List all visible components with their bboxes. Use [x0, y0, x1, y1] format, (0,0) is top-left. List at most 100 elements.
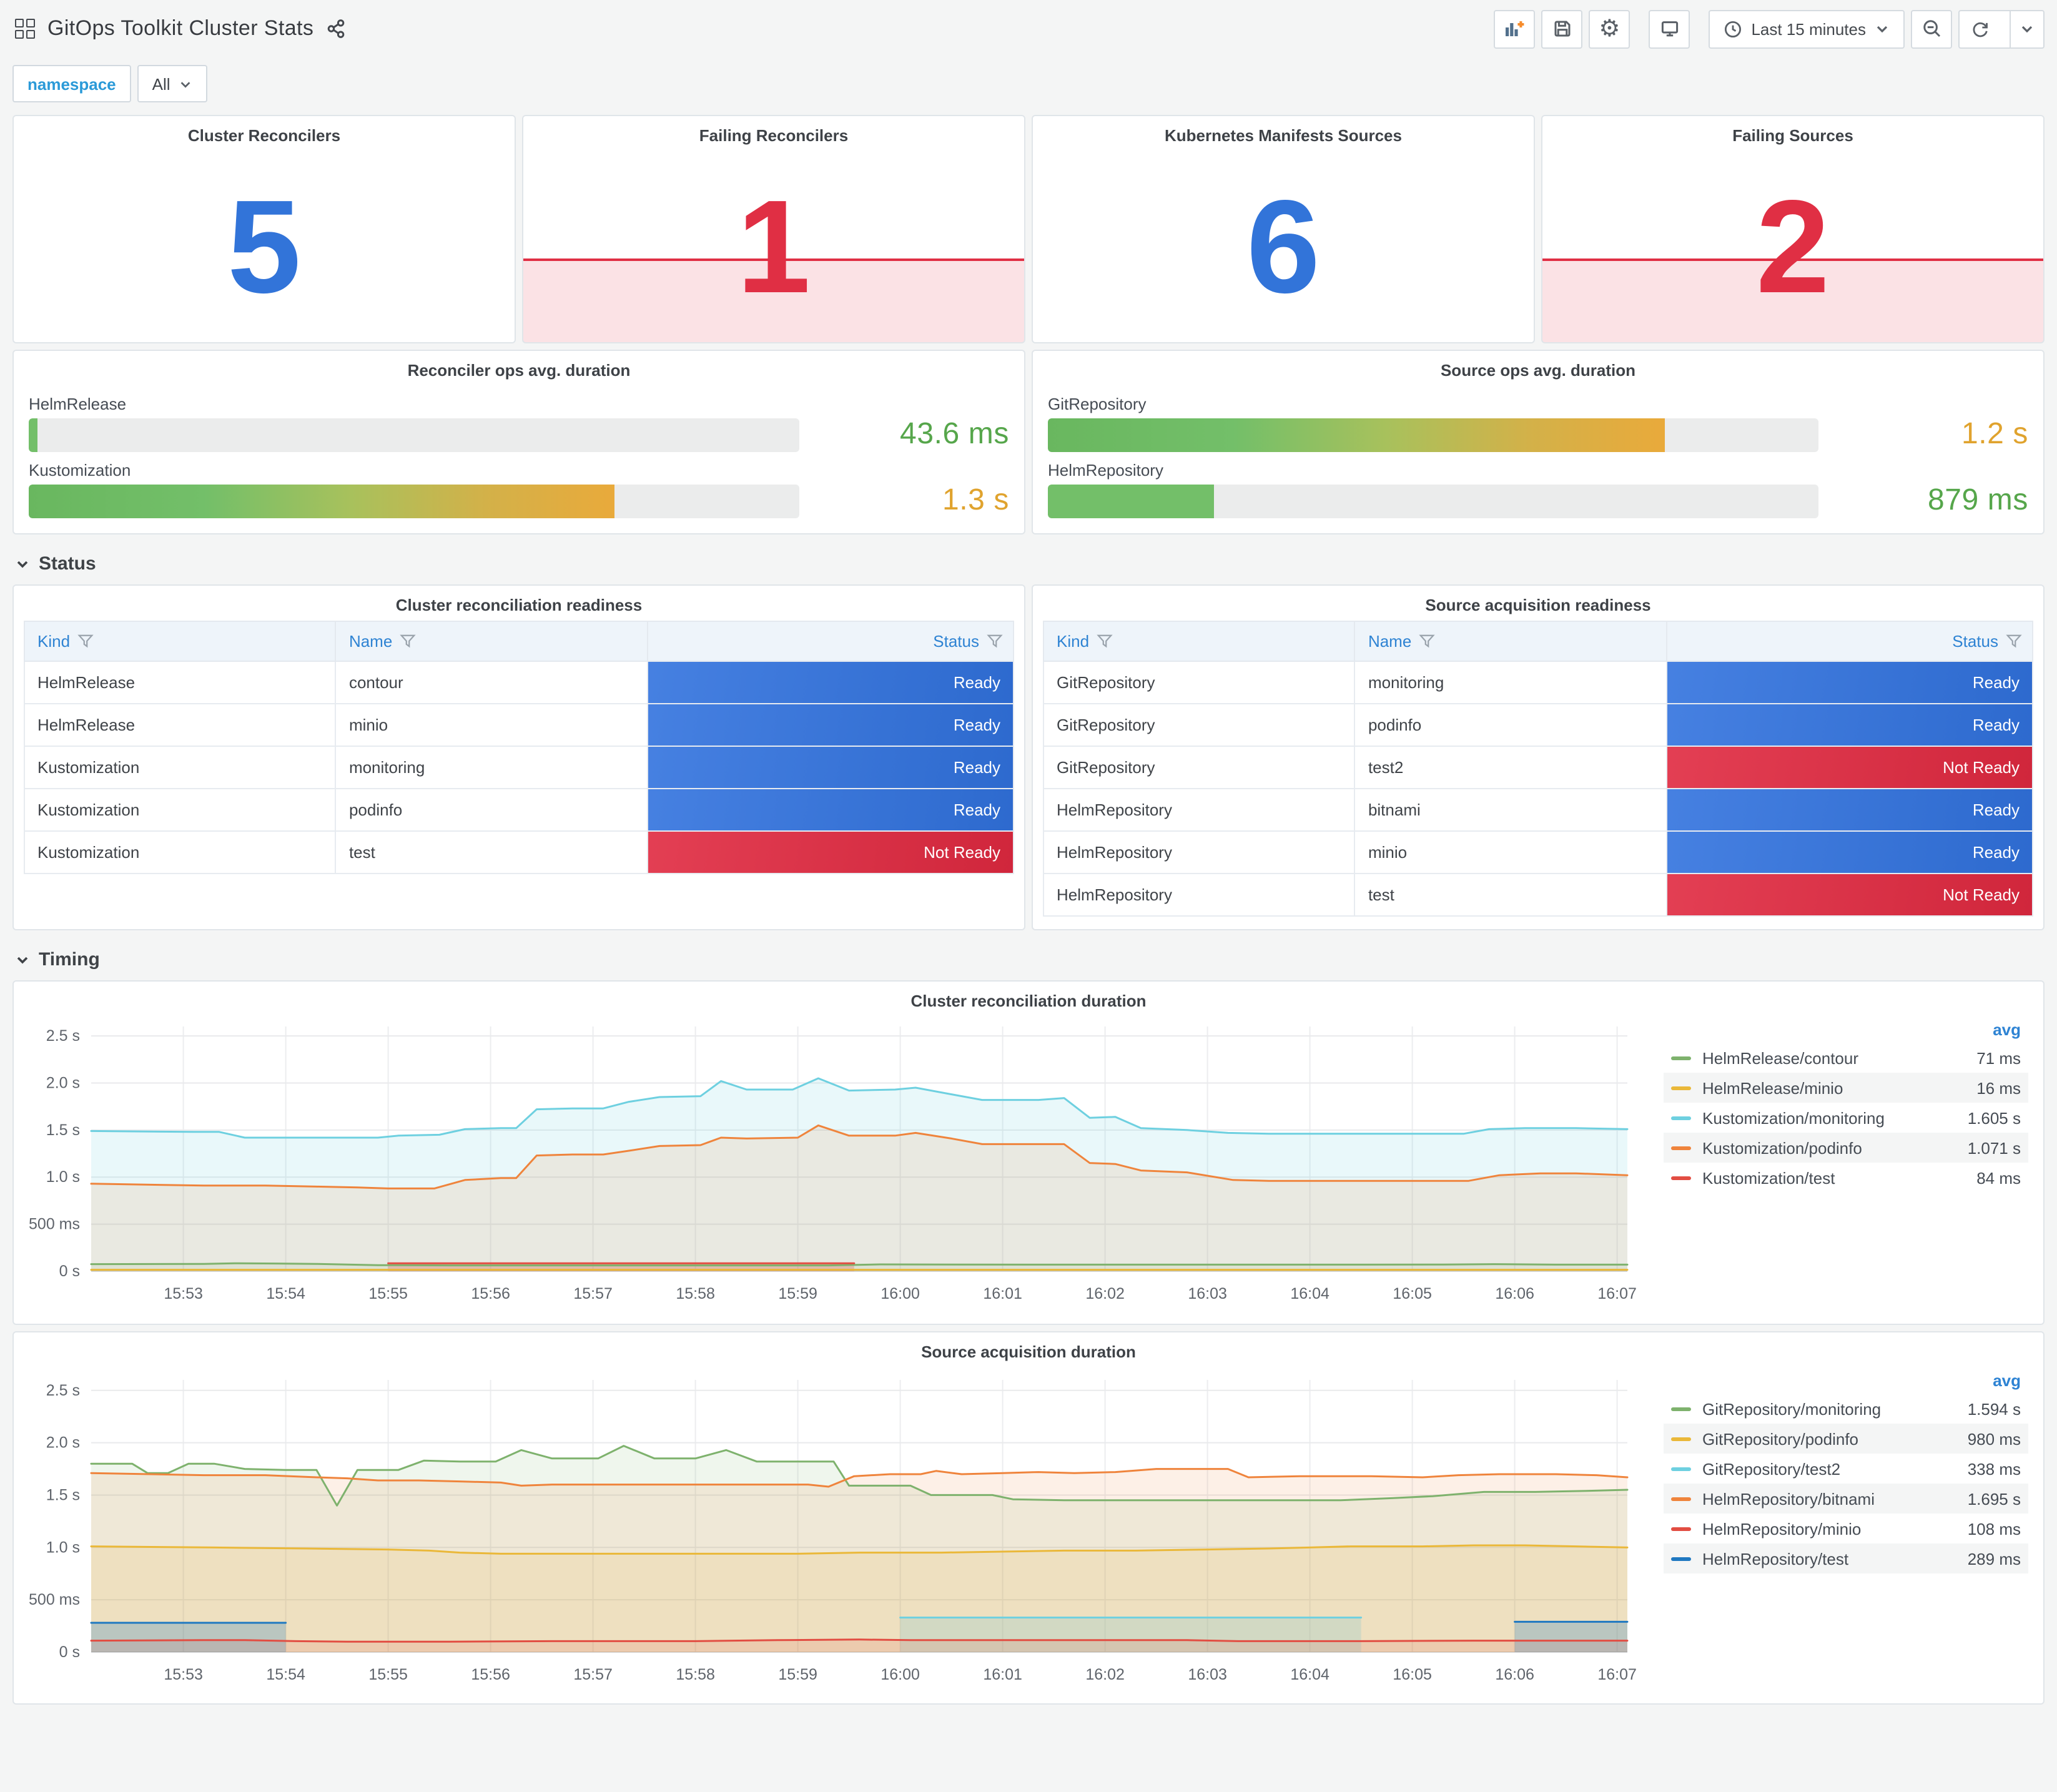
- svg-text:16:02: 16:02: [1085, 1666, 1125, 1683]
- filter-icon: [1419, 634, 1436, 648]
- legend-series-label[interactable]: Kustomization/test: [1702, 1168, 1976, 1187]
- legend-color-dash: [1671, 1116, 1691, 1120]
- legend-series-label[interactable]: Kustomization/podinfo: [1702, 1138, 1968, 1157]
- panel-title[interactable]: Source ops avg. duration: [1033, 351, 2043, 383]
- dashboard-settings-button[interactable]: ⚙: [1589, 9, 1630, 48]
- legend-series-label[interactable]: GitRepository/test2: [1702, 1459, 1968, 1478]
- panel-title[interactable]: Cluster Reconcilers: [14, 116, 515, 149]
- legend-avg-value: 1.695 s: [1967, 1489, 2021, 1508]
- cell-kind: GitRepository: [1042, 746, 1356, 789]
- cell-kind: HelmRelease: [23, 703, 337, 747]
- legend-color-dash: [1671, 1407, 1691, 1410]
- svg-text:16:07: 16:07: [1597, 1285, 1637, 1302]
- legend-item: HelmRelease/minio 16 ms: [1664, 1073, 2028, 1103]
- column-header-status[interactable]: Status: [1665, 621, 2034, 662]
- legend-avg-header[interactable]: avg: [1664, 1367, 2028, 1394]
- variables-row: namespace All: [0, 57, 2057, 115]
- legend-series-label[interactable]: HelmRelease/contour: [1702, 1048, 1976, 1067]
- share-icon[interactable]: [326, 19, 346, 39]
- filter-icon: [2006, 634, 2022, 648]
- table-row: Kustomization test Not Ready: [23, 830, 1015, 874]
- gauge-row: HelmRelease 43.6 ms: [29, 395, 1009, 452]
- legend-series-label[interactable]: HelmRepository/bitnami: [1702, 1489, 1968, 1508]
- cell-name: test: [335, 830, 648, 874]
- legend-series-label[interactable]: HelmRepository/test: [1702, 1549, 1968, 1568]
- svg-text:15:59: 15:59: [778, 1666, 817, 1683]
- refresh-dashboard-button[interactable]: [1960, 11, 2001, 47]
- gauge-row: HelmRepository 879 ms: [1048, 461, 2028, 518]
- column-header-status[interactable]: Status: [646, 621, 1015, 662]
- panel-title[interactable]: Failing Reconcilers: [523, 116, 1024, 149]
- svg-text:16:04: 16:04: [1290, 1285, 1329, 1302]
- legend-avg-value: 84 ms: [1976, 1168, 2021, 1187]
- time-range-picker[interactable]: Last 15 minutes: [1709, 9, 1905, 48]
- table-row: HelmRepository bitnami Ready: [1042, 788, 2034, 832]
- column-header-name[interactable]: Name: [1354, 621, 1667, 662]
- cell-kind: HelmRelease: [23, 661, 337, 704]
- stat-value: 6: [1246, 173, 1320, 321]
- svg-text:15:53: 15:53: [164, 1285, 203, 1302]
- add-panel-button[interactable]: [1494, 9, 1536, 48]
- legend-color-dash: [1671, 1497, 1691, 1500]
- legend-avg-value: 338 ms: [1967, 1459, 2021, 1478]
- column-header-kind[interactable]: Kind: [23, 621, 337, 662]
- svg-text:0 s: 0 s: [59, 1643, 80, 1661]
- namespace-variable-select[interactable]: All: [137, 65, 208, 102]
- cell-name: test2: [1354, 746, 1667, 789]
- svg-text:16:01: 16:01: [983, 1666, 1022, 1683]
- cell-name: minio: [335, 703, 648, 747]
- legend-color-dash: [1671, 1056, 1691, 1060]
- refresh-interval-dropdown[interactable]: [2010, 11, 2043, 47]
- panel-title[interactable]: Reconciler ops avg. duration: [14, 351, 1024, 383]
- table-row: HelmRelease minio Ready: [23, 703, 1015, 747]
- panel-title[interactable]: Cluster reconciliation readiness: [14, 586, 1024, 618]
- section-label: Timing: [39, 949, 100, 970]
- panel-title[interactable]: Source acquisition duration: [14, 1332, 2043, 1365]
- dashboards-grid-icon[interactable]: [15, 19, 35, 39]
- panel-title[interactable]: Source acquisition readiness: [1033, 586, 2043, 618]
- legend-series-label[interactable]: Kustomization/monitoring: [1702, 1108, 1968, 1127]
- stat-value: 2: [1756, 173, 1830, 321]
- cell-name: podinfo: [335, 788, 648, 832]
- legend-series-label[interactable]: HelmRelease/minio: [1702, 1078, 1976, 1097]
- time-range-label: Last 15 minutes: [1751, 19, 1866, 38]
- namespace-variable-label[interactable]: namespace: [12, 65, 131, 102]
- gauge-fill: [29, 484, 614, 518]
- legend-series-label[interactable]: HelmRepository/minio: [1702, 1519, 1968, 1538]
- column-header-name[interactable]: Name: [335, 621, 648, 662]
- chevron-down-icon: [181, 81, 190, 87]
- table-row: Kustomization podinfo Ready: [23, 788, 1015, 832]
- column-header-kind[interactable]: Kind: [1042, 621, 1356, 662]
- status-badge: Ready: [1665, 830, 2034, 874]
- cell-name: contour: [335, 661, 648, 704]
- gauge-value: 1.3 s: [942, 483, 1009, 517]
- tv-mode-button[interactable]: [1649, 9, 1690, 48]
- legend-color-dash: [1671, 1086, 1691, 1090]
- refresh-button-group: [1958, 9, 2045, 48]
- svg-text:16:06: 16:06: [1495, 1285, 1534, 1302]
- section-timing[interactable]: Timing: [12, 937, 2045, 980]
- cell-kind: HelmRepository: [1042, 788, 1356, 832]
- panel-source-acquisition-readiness: Source acquisition readiness Kind Name S…: [1032, 584, 2045, 930]
- cell-name: monitoring: [1354, 661, 1667, 704]
- svg-text:16:03: 16:03: [1188, 1666, 1227, 1683]
- cell-kind: Kustomization: [23, 788, 337, 832]
- legend-avg-value: 1.594 s: [1967, 1399, 2021, 1418]
- namespace-variable-value: All: [152, 74, 170, 93]
- save-dashboard-button[interactable]: [1541, 9, 1583, 48]
- panel-title[interactable]: Failing Sources: [1542, 116, 2043, 149]
- readiness-table: Kind Name Status HelmRelease contour Ready…: [23, 621, 1015, 874]
- section-status[interactable]: Status: [12, 541, 2045, 584]
- legend-series-label[interactable]: GitRepository/podinfo: [1702, 1429, 1968, 1448]
- cell-name: bitnami: [1354, 788, 1667, 832]
- panel-title[interactable]: Cluster reconciliation duration: [14, 982, 2043, 1014]
- panel-title[interactable]: Kubernetes Manifests Sources: [1033, 116, 1534, 149]
- legend-color-dash: [1671, 1467, 1691, 1470]
- legend-series-label[interactable]: GitRepository/monitoring: [1702, 1399, 1968, 1418]
- legend-avg-value: 1.071 s: [1967, 1138, 2021, 1157]
- gauge-track: [1048, 484, 1818, 518]
- zoom-out-button[interactable]: [1911, 9, 1952, 48]
- svg-text:2.0 s: 2.0 s: [46, 1434, 80, 1452]
- grafana-dashboard: GitOps Toolkit Cluster Stats ⚙ Last 15 m…: [0, 0, 2057, 1792]
- legend-avg-header[interactable]: avg: [1664, 1017, 2028, 1043]
